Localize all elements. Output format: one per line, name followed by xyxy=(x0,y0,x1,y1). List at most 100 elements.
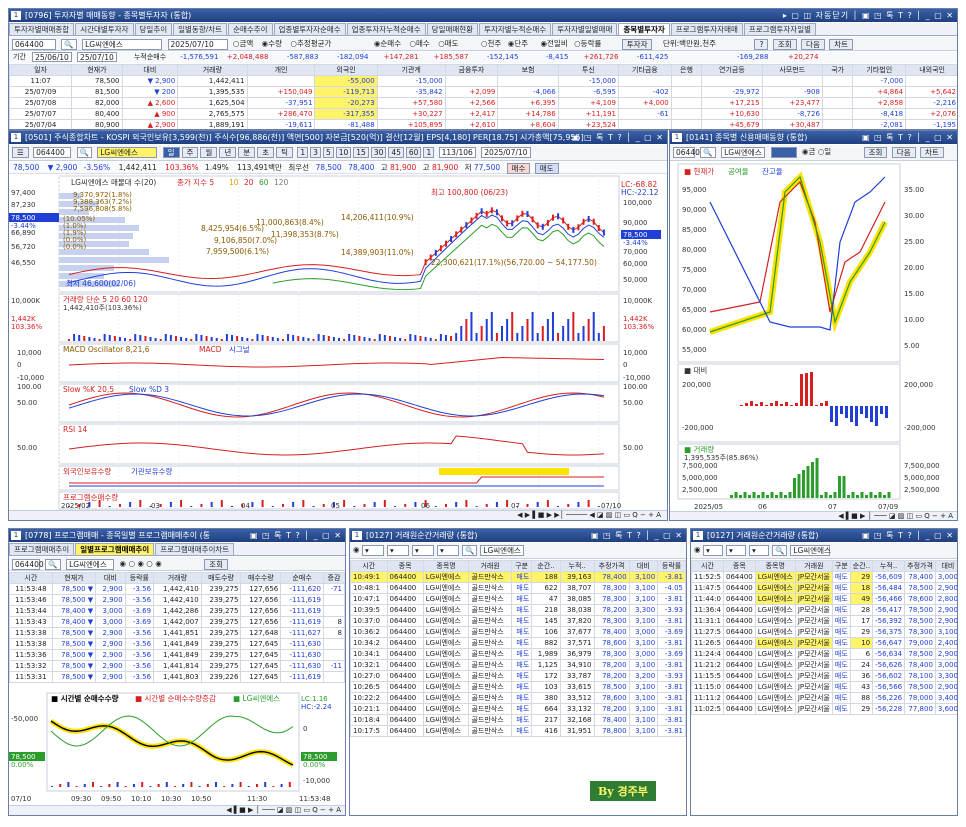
tab-investor-12[interactable]: 프로그램투자자일별 xyxy=(743,23,817,35)
table-row[interactable]: 10:49:1 064400 LG씨엔에스 골드만삭스 매도 188 39,163 78,40… xyxy=(350,571,686,583)
table-row[interactable]: 10:27:0 064400 LG씨엔에스 골드만삭스 매도 172 33,787 78,20… xyxy=(350,670,686,682)
column-header[interactable]: 시간 xyxy=(691,560,724,572)
column-header[interactable]: 매수수량 xyxy=(240,572,282,584)
column-header[interactable]: 등락률 xyxy=(657,560,686,572)
table-row[interactable]: 11:11:2 064400 LG씨엔에스 JP모간서울 매도 88 -56,226 78,0… xyxy=(691,692,957,704)
radio-avgprice[interactable]: ○추정평균가 xyxy=(290,39,331,48)
column-header[interactable]: 종목명 xyxy=(422,560,470,572)
search-icon[interactable]: 🔍 xyxy=(61,38,77,50)
column-header[interactable]: 보험 xyxy=(497,64,559,76)
credit-chart[interactable]: ■ 현재가 공여율 잔고율 95,000 90,000 85,000 80,000 75,00… xyxy=(670,162,957,512)
radio-amount[interactable]: ○금액 xyxy=(233,39,253,48)
table-row[interactable]: 11:53:32 78,500 ▼ 2,900 -3.56 1,441,814 239,2… xyxy=(9,660,345,672)
table-row[interactable]: 11:02:5 064400 LG씨엔에스 JP모간서울 매도 29 -56,228 77,8… xyxy=(691,703,957,715)
program-chart[interactable]: ■ 시간별 순매수수량 ■ 시간별 순매수수량증감 ■ LG씨엔에스 LC:1.16H… xyxy=(9,691,345,805)
credit-window-titlebar[interactable]: 1 [0141] 종목별 신용매매동향 (통합) ▣ ◳ 톡 T ? │ _ ▢… xyxy=(670,131,957,144)
program-options[interactable]: ◉ ○ ◉ ○ ◉ xyxy=(120,559,162,568)
table-row[interactable]: 11:53:31 78,500 ▼ 2,900 -3.56 1,441,803 239,2… xyxy=(9,671,345,683)
column-header[interactable]: 순간.. xyxy=(849,560,874,572)
table-row[interactable]: 10:34:2 064400 LG씨엔에스 골드만삭스 매도 882 37,571 78,60… xyxy=(350,637,686,649)
table-row[interactable]: 11:47:5 064400 LG씨엔에스 JP모간서울 매도 18 -56,484 78,5… xyxy=(691,582,957,594)
table-row[interactable]: 11:36:4 064400 LG씨엔에스 JP모간서울 매도 28 -56,417 78,5… xyxy=(691,604,957,616)
column-header[interactable]: 기타금융 xyxy=(618,64,672,76)
column-header[interactable]: 일자 xyxy=(9,64,73,76)
tab-investor-3[interactable]: 일별동향/차트 xyxy=(173,23,228,35)
table-row[interactable]: 11:15:5 064400 LG씨엔에스 JP모간서울 매도 36 -56,602 78,1… xyxy=(691,670,957,682)
column-header[interactable]: 대비 xyxy=(628,560,659,572)
column-header[interactable]: 종목 xyxy=(723,560,756,572)
table-row[interactable]: 11:53:36 78,500 ▼ 2,900 -3.56 1,441,849 239,2… xyxy=(9,649,345,661)
table-row[interactable]: 11:53:46 78,500 ▼ 2,900 -3.56 1,442,410 239,2… xyxy=(9,594,345,606)
interval-button-0[interactable]: 1 xyxy=(297,146,309,158)
table-row[interactable]: 11:53:38 78,500 ▼ 2,900 -3.56 1,441,849 239,2… xyxy=(9,638,345,650)
trade2-name[interactable]: LG씨엔에스 xyxy=(790,544,831,556)
column-header[interactable]: 기관계 xyxy=(376,64,446,76)
trade1-name[interactable]: LG씨엔에스 xyxy=(480,544,525,556)
column-header[interactable]: 종목 xyxy=(386,560,424,572)
trade2-filter[interactable]: ▾ xyxy=(702,544,723,556)
column-header[interactable]: 구분 xyxy=(831,560,851,572)
interval-button-8[interactable]: 1 xyxy=(423,146,435,158)
column-header[interactable]: 거래량 xyxy=(153,572,202,584)
tab-investor-9[interactable]: 투자자별일별매매 xyxy=(552,23,618,35)
credit-query-button[interactable]: 조회 xyxy=(863,146,888,158)
table-row[interactable]: 10:32:1 064400 LG씨엔에스 골드만삭스 매도 1,125 34,910 78,… xyxy=(350,659,686,671)
period-button-2[interactable]: 월 xyxy=(200,146,218,158)
column-header[interactable]: 사모펀드 xyxy=(761,64,823,76)
table-row[interactable]: 11:07 78,500 ▼ 2,900 1,442,411 -55,000 -15,00… xyxy=(9,75,957,87)
period-button-1[interactable]: 주 xyxy=(181,146,199,158)
table-row[interactable]: 10:26:5 064400 LG씨엔에스 골드만삭스 매도 103 33,615 78,50… xyxy=(350,681,686,693)
table-row[interactable]: 11:26:5 064400 LG씨엔에스 JP모간서울 매도 10 -56,647 79,0… xyxy=(691,637,957,649)
period-button-0[interactable]: 일 xyxy=(162,146,180,158)
column-header[interactable]: 순매수 xyxy=(280,572,324,584)
trade2-filter3[interactable]: ▾ xyxy=(748,544,769,556)
credit-date[interactable] xyxy=(770,146,797,158)
table-row[interactable]: 11:53:43 78,400 ▼ 3,000 -3.69 1,442,007 239,2… xyxy=(9,616,345,628)
program-window-titlebar[interactable]: 1 [0778] 프로그램매매 - 종목일별 프로그램매매추이 (통 ▣ ◳ 톡… xyxy=(9,529,345,542)
tab-investor-7[interactable]: 당일매매현황 xyxy=(426,23,479,35)
chart-code-input[interactable]: 064400 xyxy=(33,146,72,158)
interval-button-7[interactable]: 60 xyxy=(405,146,422,158)
column-header[interactable]: 거래원 xyxy=(794,560,833,572)
credit-scroll-bar[interactable]: ◀ ▌■ ▶ │ ─── ◪ ▨ ◫ ▭ Q − + A xyxy=(670,511,957,520)
tab-investor-6[interactable]: 업종투자자누적순매수 xyxy=(346,23,426,35)
chart-date[interactable]: 2025/07/10 xyxy=(481,146,532,158)
credit-stock-name[interactable]: LG씨엔에스 xyxy=(721,146,766,158)
radio-rate[interactable]: ○등락률 xyxy=(574,39,601,48)
table-row[interactable]: 10:37:0 064400 LG씨엔에스 골드만삭스 매도 145 37,820 78,30… xyxy=(350,615,686,627)
table-row[interactable]: 11:15:0 064400 LG씨엔에스 JP모간서울 매도 43 -56,566 78,5… xyxy=(691,681,957,693)
trade1-filter2[interactable]: ▾ xyxy=(386,544,409,556)
column-header[interactable]: 대비 xyxy=(121,64,179,76)
period-to[interactable]: 25/07/10 xyxy=(77,52,117,62)
table-row[interactable]: 10:47:1 064400 LG씨엔에스 골드만삭스 매도 47 38,085 78,300… xyxy=(350,593,686,605)
period-from[interactable]: 25/06/10 xyxy=(32,52,72,62)
investor-button[interactable]: 투자자 xyxy=(621,38,653,50)
interval-button-3[interactable]: 10 xyxy=(335,146,352,158)
interval-button-5[interactable]: 30 xyxy=(370,146,387,158)
credit-code-input[interactable]: 064400 xyxy=(673,146,705,158)
tab-investor-11[interactable]: 프로그램투자자매매 xyxy=(670,23,743,35)
table-row[interactable]: 10:22:2 064400 LG씨엔에스 골드만삭스 매도 380 33,512 78,60… xyxy=(350,692,686,704)
tab-investor-8[interactable]: 투자자별누적순매수 xyxy=(479,23,552,35)
column-header[interactable]: 매도수량 xyxy=(200,572,242,584)
chart-window-titlebar[interactable]: 1 [0501] 주식종합차트 - KOSPI 외국인보유[3,599(천)] … xyxy=(9,131,667,144)
window-controls[interactable]: ▣ ◳ 톡 T ? │ _ ▢ ✕ xyxy=(862,131,954,144)
table-row[interactable]: 10:36:2 064400 LG씨엔에스 골드만삭스 매도 106 37,677 78,40… xyxy=(350,626,686,638)
column-header[interactable]: 내외국인 xyxy=(905,64,957,76)
radio-sell[interactable]: ○매도 xyxy=(438,39,458,48)
column-header[interactable]: 등락률 xyxy=(124,572,155,584)
column-header[interactable]: 종목명 xyxy=(754,560,796,572)
search-icon[interactable]: 🔍 xyxy=(461,544,478,556)
table-row[interactable]: 11:27:5 064400 LG씨엔에스 JP모간서울 매도 29 -56,375 78,3… xyxy=(691,626,957,638)
interval-button-2[interactable]: 5 xyxy=(322,146,334,158)
window-controls[interactable]: ▣ ◳ 톡 T ? │ _ ▢ ✕ xyxy=(250,529,342,542)
sell-button[interactable]: 매도 xyxy=(534,162,559,174)
credit-next-button[interactable]: 다음 xyxy=(891,146,916,158)
table-row[interactable]: 25/07/08 82,000 ▲ 2,600 1,625,504 -37,951 -20… xyxy=(9,97,957,109)
radio-buy[interactable]: ○매수 xyxy=(409,39,429,48)
stock-chart[interactable]: LG씨엔에스 매물대 수(20) 종가 지수 5 10 20 60 120 LC:-68.8… xyxy=(9,175,667,510)
table-row[interactable]: 10:48:1 064400 LG씨엔에스 골드만삭스 매도 622 38,707 78,30… xyxy=(350,582,686,594)
stock-name-field[interactable]: LG씨엔에스 xyxy=(82,38,163,50)
column-header[interactable]: 누적.. xyxy=(872,560,906,572)
column-header[interactable]: 기타법인 xyxy=(852,64,907,76)
